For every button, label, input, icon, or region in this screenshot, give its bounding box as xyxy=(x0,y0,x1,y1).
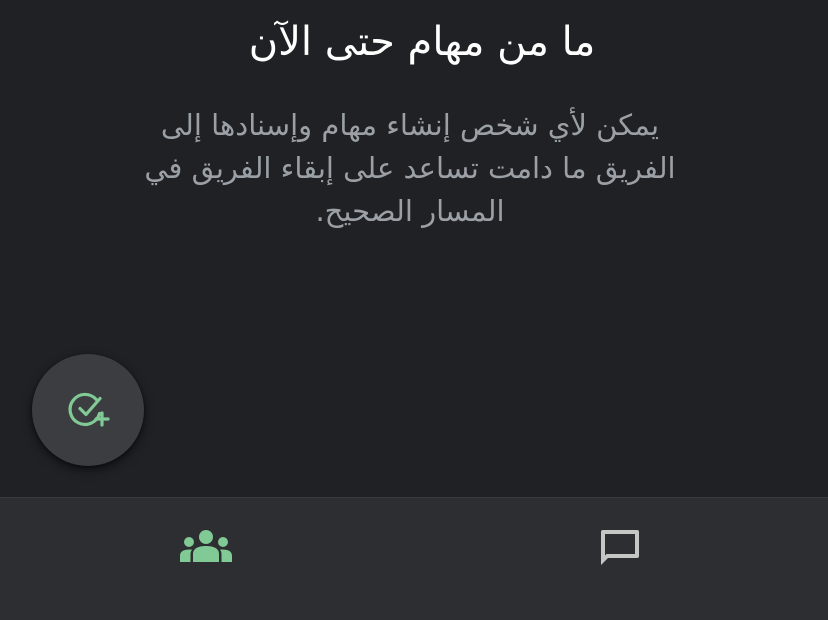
tasks-panel: ما من مهام حتى الآن يمكن لأي شخص إنشاء م… xyxy=(0,0,828,497)
add-task-button[interactable] xyxy=(32,354,144,466)
bottom-navigation xyxy=(0,497,828,620)
nav-item-chat[interactable] xyxy=(588,520,652,576)
people-icon xyxy=(180,528,232,568)
add-task-icon xyxy=(64,386,112,434)
chat-icon xyxy=(598,524,642,572)
nav-item-people[interactable] xyxy=(174,520,238,576)
empty-state-title: ما من مهام حتى الآن xyxy=(248,19,596,65)
empty-state-description: يمكن لأي شخص إنشاء مهام وإسنادها إلى الف… xyxy=(144,108,676,228)
